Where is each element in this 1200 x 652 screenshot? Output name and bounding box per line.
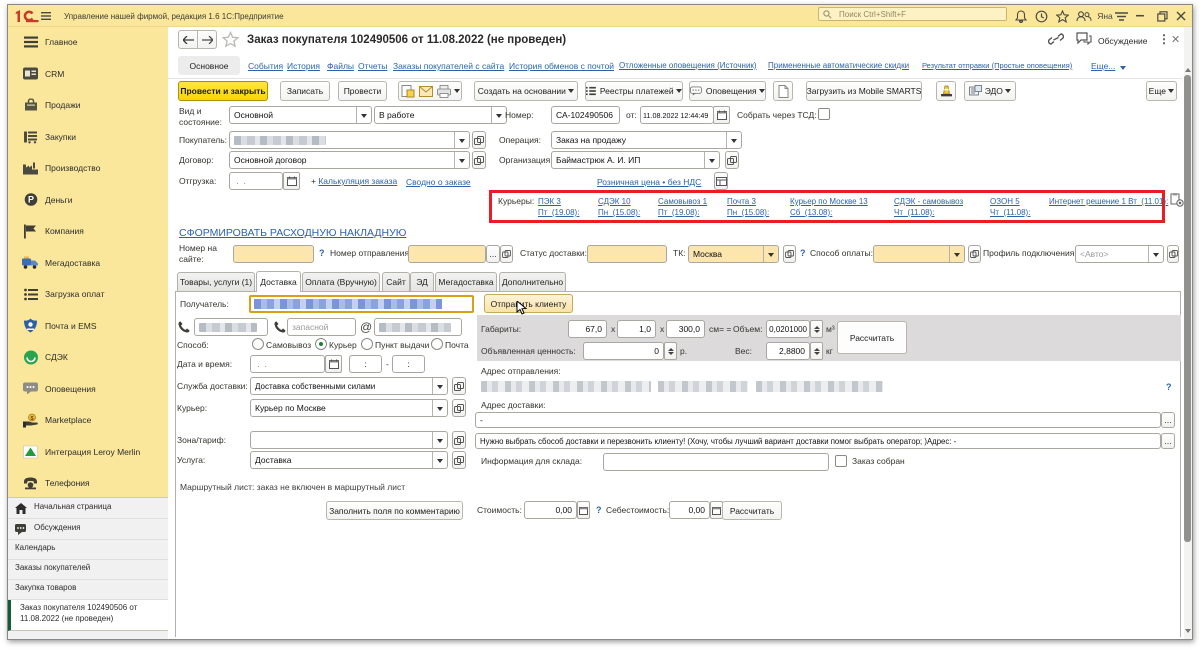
svg-text:$: $ (30, 415, 33, 421)
svg-text:P: P (27, 195, 33, 205)
